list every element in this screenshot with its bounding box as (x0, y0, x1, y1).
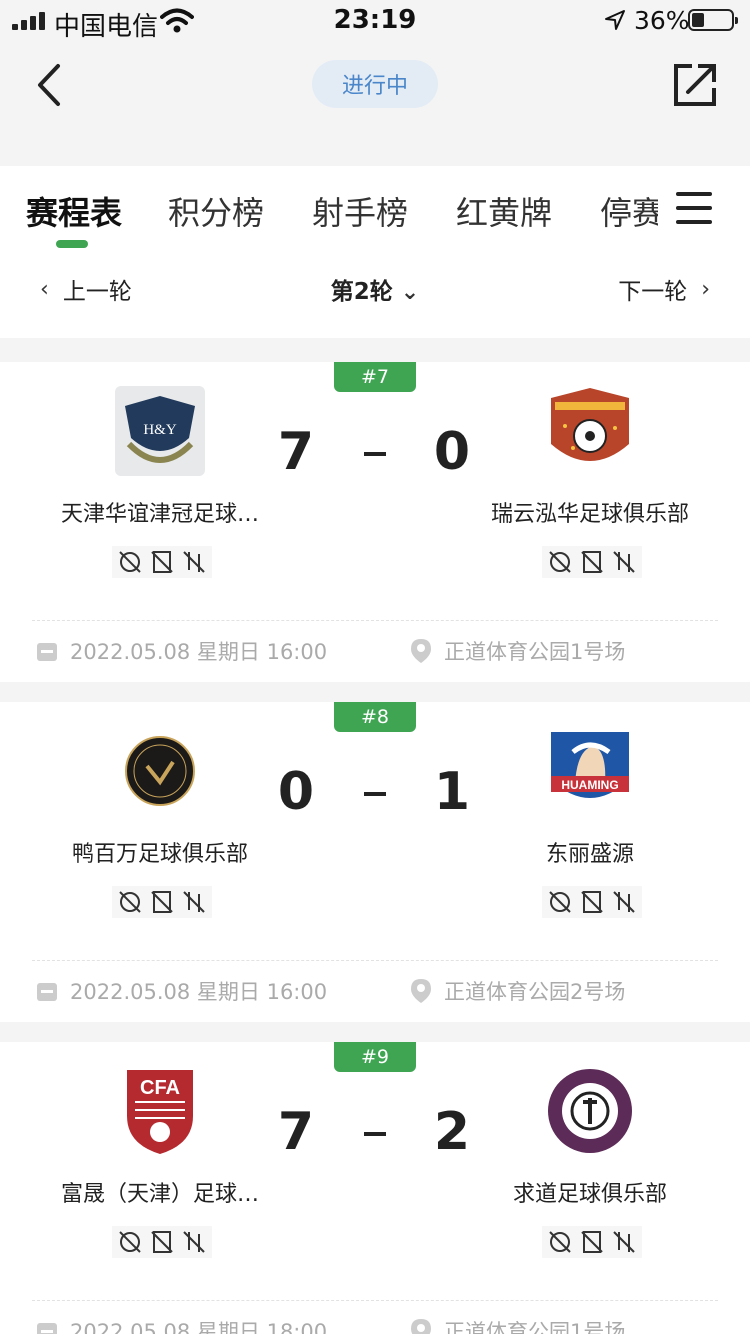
match-number-badge: #7 (334, 362, 416, 392)
match-card[interactable]: #8 鸭百万足球俱乐部 0 1 HUAMING 东丽盛源 2022.05.08 … (0, 702, 750, 1022)
substitution-event-icon (183, 1231, 205, 1253)
team-logo: CFA (127, 1070, 193, 1154)
event-icons (112, 886, 212, 918)
match-time: 2022.05.08 星期日 16:00 (36, 976, 327, 1006)
match-venue: 正道体育公园1号场 (410, 1316, 625, 1334)
active-tab-indicator (56, 240, 88, 248)
next-round-button[interactable]: 下一轮 › (618, 272, 710, 306)
goal-event-icon (119, 551, 141, 573)
match-time: 2022.05.08 星期日 16:00 (36, 636, 327, 666)
home-score: 7 (277, 1102, 315, 1162)
match-venue-name: 正道体育公园1号场 (444, 1320, 626, 1334)
location-pin-icon (411, 1319, 431, 1334)
nav-bar: 进行中 (0, 42, 750, 166)
team-logo-text: H&Y (143, 422, 177, 438)
match-datetime: 2022.05.08 星期日 18:00 (70, 1320, 328, 1334)
home-team-name: 富晟（天津）足球… (60, 1182, 259, 1207)
battery-icon (688, 9, 738, 31)
match-card[interactable]: #9 CFA 富晟（天津）足球… 7 2 求道足球俱乐部 2022.05.08 … (0, 1042, 750, 1334)
home-score: 7 (277, 422, 315, 482)
card-event-icon (581, 1231, 603, 1253)
tab-suspensions[interactable]: 停赛 (600, 188, 658, 234)
score-separator (364, 792, 386, 796)
match-number-badge: #9 (334, 1042, 416, 1072)
substitution-event-icon (183, 891, 205, 913)
away-team-name: 求道足球俱乐部 (512, 1182, 667, 1207)
location-pin-icon (411, 639, 431, 663)
card-divider (32, 1300, 718, 1301)
card-event-icon (581, 551, 603, 573)
match-venue: 正道体育公园1号场 (410, 636, 625, 666)
chevron-right-icon: › (701, 276, 710, 302)
calendar-icon (37, 643, 57, 661)
tab-overflow-clip: 停赛 (600, 166, 658, 252)
match-venue-name: 正道体育公园2号场 (444, 980, 626, 1004)
team-logo-text: HUAMING (561, 778, 618, 792)
match-status-badge: 进行中 (312, 60, 438, 108)
tab-standings[interactable]: 积分榜 (168, 188, 264, 234)
home-score: 0 (277, 762, 315, 822)
team-logo (551, 388, 629, 461)
score-separator (364, 452, 386, 456)
card-divider (32, 620, 718, 621)
substitution-event-icon (613, 891, 635, 913)
event-icons (542, 1226, 642, 1258)
goal-event-icon (119, 1231, 141, 1253)
card-event-icon (581, 891, 603, 913)
location-arrow-icon (605, 10, 625, 30)
card-event-icon (151, 1231, 173, 1253)
team-logo: H&Y (115, 386, 205, 476)
substitution-event-icon (183, 551, 205, 573)
score-separator (364, 1132, 386, 1136)
team-logo (125, 736, 195, 806)
back-arrow-icon[interactable] (30, 62, 70, 108)
share-icon[interactable] (672, 62, 718, 108)
match-time: 2022.05.08 星期日 18:00 (36, 1316, 327, 1334)
tab-top-scorers[interactable]: 射手榜 (312, 188, 408, 234)
match-venue-name: 正道体育公园1号场 (444, 640, 626, 664)
location-pin-icon (411, 979, 431, 1003)
match-datetime: 2022.05.08 星期日 16:00 (70, 640, 328, 664)
team-logo-text: CFA (140, 1077, 180, 1099)
away-team-name: 东丽盛源 (545, 842, 634, 867)
chevron-down-icon: ⌄ (400, 280, 420, 305)
card-divider (32, 960, 718, 961)
match-venue: 正道体育公园2号场 (410, 976, 625, 1006)
tab-bar: 赛程表 积分榜 射手榜 红黄牌 停赛 (0, 166, 750, 252)
team-logo: HUAMING (551, 732, 629, 798)
team-logo (548, 1069, 632, 1153)
substitution-event-icon (613, 1231, 635, 1253)
event-icons (112, 1226, 212, 1258)
home-team-name: 鸭百万足球俱乐部 (71, 842, 248, 867)
event-icons (112, 546, 212, 578)
event-icons (542, 886, 642, 918)
goal-event-icon (119, 891, 141, 913)
goal-event-icon (549, 1231, 571, 1253)
match-number-badge: #8 (334, 702, 416, 732)
away-score: 0 (433, 422, 471, 482)
card-event-icon (151, 551, 173, 573)
home-team-name: 天津华谊津冠足球… (60, 502, 259, 527)
card-event-icon (151, 891, 173, 913)
goal-event-icon (549, 551, 571, 573)
substitution-event-icon (613, 551, 635, 573)
status-bar: 中国电信 23:19 36% (0, 0, 750, 42)
menu-icon[interactable] (676, 192, 712, 226)
next-round-label: 下一轮 (618, 279, 688, 305)
goal-event-icon (549, 891, 571, 913)
away-team-name: 瑞云泓华足球俱乐部 (490, 502, 689, 527)
away-score: 1 (433, 762, 471, 822)
round-label: 第2轮 (330, 279, 393, 305)
battery-percent: 36% (634, 6, 690, 35)
match-schedule-page: 中国电信 23:19 36% 进行中 赛程表 积分榜 射手榜 红黄牌 停赛 ‹ … (0, 0, 750, 1334)
calendar-icon (37, 983, 57, 1001)
event-icons (542, 546, 642, 578)
calendar-icon (37, 1323, 57, 1334)
match-datetime: 2022.05.08 星期日 16:00 (70, 980, 328, 1004)
tab-schedule[interactable]: 赛程表 (26, 188, 122, 234)
match-card[interactable]: #7 H&Y 天津华谊津冠足球… 7 0 瑞云泓华足球俱乐部 2022.05.0… (0, 362, 750, 682)
away-score: 2 (433, 1102, 471, 1162)
round-navigator: ‹ 上一轮 第2轮 ⌄ 下一轮 › (0, 252, 750, 338)
tab-cards[interactable]: 红黄牌 (456, 188, 552, 234)
